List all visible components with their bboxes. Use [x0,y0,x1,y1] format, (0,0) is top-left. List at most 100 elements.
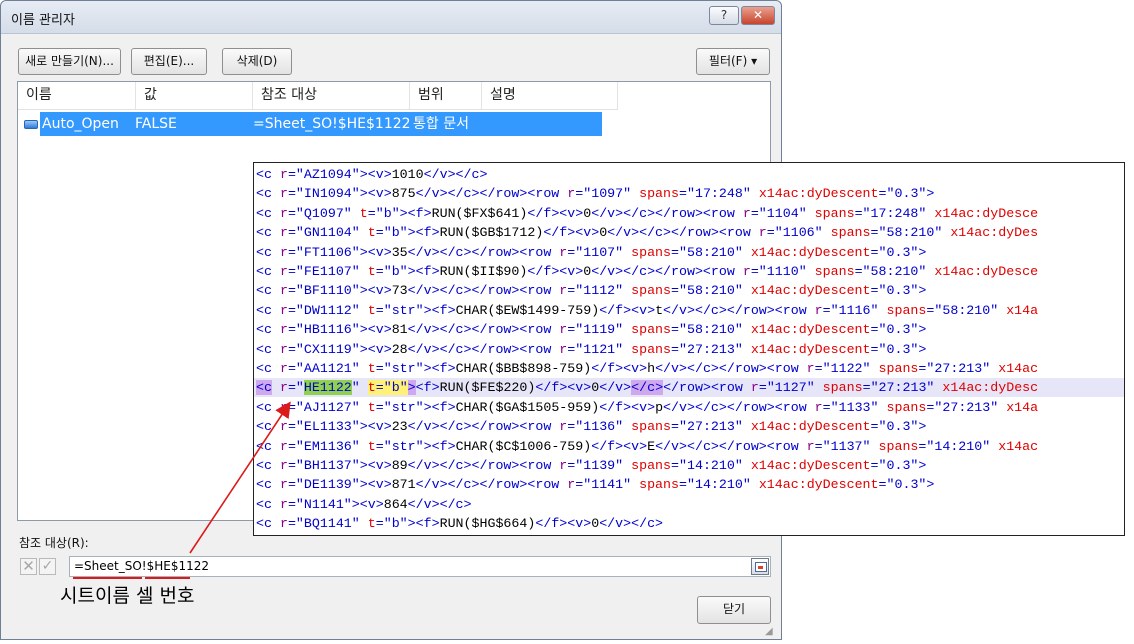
xml-token: <f> [407,205,432,221]
xml-token: spans [822,380,863,396]
xml-token: </f><v> [527,205,584,221]
xml-token: HE1122 [303,380,352,396]
xml-token: = [287,167,296,182]
range-select-icon[interactable] [751,558,769,575]
edit-name-button[interactable]: 편집(E)... [131,48,207,75]
new-name-button[interactable]: 새로 만들기(N)... [18,48,121,75]
xml-token: > [359,458,368,473]
xml-token: = [375,516,384,532]
xml-token: = [287,438,296,454]
xml-token: r [279,477,288,493]
xml-line: <c r="FT1106"><v>35</v></c></row><row r=… [256,243,926,262]
check-icon[interactable]: ✓ [39,558,56,575]
column-header-scope[interactable]: 범위 [410,82,482,109]
xml-token: x14ac:dyDescent [758,477,879,493]
xml-token: = [287,361,296,376]
refers-to-label: 참조 대상(R): [19,536,89,550]
xml-token: = [287,477,296,493]
xml-token: "1137" [822,438,879,454]
xml-token: "14:210" [686,477,759,493]
xml-token: <f> [431,302,456,318]
close-button[interactable]: 닫기 [697,596,771,624]
resize-grip-icon[interactable]: ◢ [765,626,777,638]
cell-name: Auto_Open [42,116,119,132]
xml-token: = [814,361,823,376]
xml-token: > [359,186,368,202]
xml-token: r [279,516,288,532]
xml-token: ="b" [375,380,408,396]
x-icon[interactable]: ✕ [20,558,37,575]
title-bar[interactable]: 이름 관리자 ? ✕ [1,1,781,34]
xml-token: = [679,477,687,493]
xml-token [272,380,280,395]
xml-token: "1119" [575,322,632,338]
xml-token: = [287,302,296,318]
xml-token: 73 [391,283,408,299]
xml-token: <c [256,399,280,415]
xml-token: x14a [1006,302,1039,318]
xml-token: "b"> [383,516,416,532]
cell-value: FALSE [135,116,177,132]
column-header-value[interactable]: 값 [136,82,253,109]
xml-line: <c r="Q1097" t="b"><f>RUN($FX$641)</f><v… [256,204,1038,223]
xml-token: = [287,322,296,338]
xml-token: "1136" [575,419,632,435]
column-header-comment[interactable]: 설명 [482,82,618,109]
xml-token: 0 [599,225,608,241]
xml-token: "1127" [766,380,823,396]
list-item[interactable]: Auto_Open FALSE =Sheet_SO!$HE$1122 통합 문서 [40,112,602,136]
xml-token: <v> [359,496,384,512]
delete-name-button[interactable]: 삭제(D) [222,48,292,75]
xml-token: "0.3"> [878,458,927,473]
xml-token: > [407,380,416,396]
xml-token: "1139" [575,458,632,473]
xml-token: = [287,244,296,260]
xml-token: r [279,341,288,357]
column-header-refers-to[interactable]: 참조 대상 [253,82,410,109]
xml-token: t [367,438,376,454]
xml-token: spans [639,186,679,202]
xml-line: <c r="BQ1141" t="b"><f>RUN($HG$664)</f><… [256,514,663,533]
xml-token: x14ac:dyDescent [750,322,871,338]
xml-token: > [359,477,368,493]
xml-token: > [359,283,368,299]
xml-token: spans [631,244,672,260]
cell-ref-underline [145,577,190,579]
xml-token: = [671,341,679,357]
xml-token: <c [256,167,280,182]
xml-token: "BH1137" [295,458,360,473]
xml-token: <c [256,516,280,532]
xml-token: <f> [415,380,440,396]
xml-token: </v></c></row><row [663,302,815,318]
column-header-name[interactable]: 이름 [18,82,136,109]
xml-token: "1106" [774,225,831,241]
xml-token: = [878,477,887,493]
xml-token: "EL1133" [295,419,360,435]
xml-token: r [279,496,288,512]
xml-line: <c r="BF1110"><v>73</v></c></row><row r=… [256,281,926,300]
xml-token: "27:213" [870,380,943,396]
xml-token: t [367,399,376,415]
cell-refers-to: =Sheet_SO!$HE$1122 [253,116,411,132]
help-button[interactable]: ? [709,6,739,25]
filter-dropdown-button[interactable]: 필터(F) ▾ [696,48,770,75]
xml-token: <c [256,322,280,338]
close-window-button[interactable]: ✕ [741,6,775,25]
xml-token: x14ac:dyDescent [750,283,871,299]
xml-token: <c [256,477,280,493]
xml-token: r [279,244,288,260]
xml-token: t [367,516,376,532]
xml-token: = [870,225,879,241]
xml-token: t [367,225,376,241]
xml-token: <f> [415,264,440,279]
xml-line: <c r="EL1133"><v>23</v></c></row><row r=… [256,417,926,436]
xml-token: > [359,244,368,260]
xml-token: = [375,225,384,241]
xml-token: = [287,496,296,512]
xml-token: "0.3"> [878,341,927,357]
refers-to-field[interactable]: =Sheet_SO!$HE$1122 [69,556,771,577]
xml-token: spans [631,341,672,357]
xml-token: r [814,302,823,318]
xml-token: = [878,186,887,202]
xml-token: <v> [367,477,392,493]
